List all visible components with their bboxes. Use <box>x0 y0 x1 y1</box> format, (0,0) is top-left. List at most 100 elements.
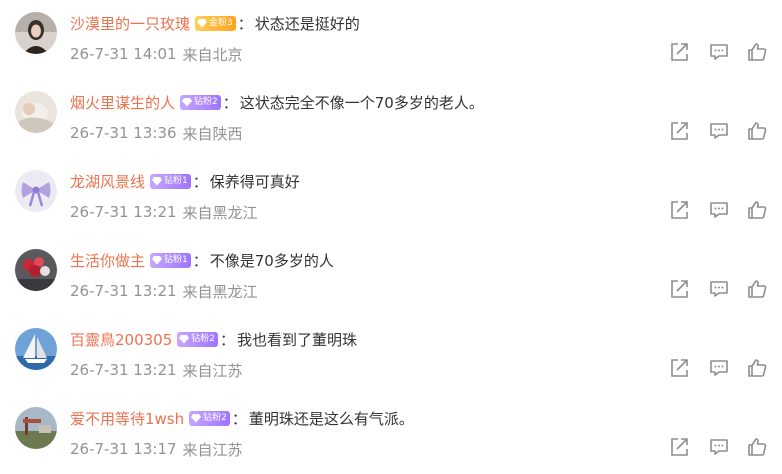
like-button[interactable] <box>746 120 768 142</box>
comment-item: 爱不用等待1wsh 钻粉2 ： 董明珠还是这么有气派。 26-7-31 13:1… <box>0 395 782 474</box>
comment-icon <box>710 202 728 218</box>
comment-date: 26-7-31 13:36 <box>70 124 177 142</box>
badge-label: 钻粉2 <box>194 96 218 107</box>
reply-button[interactable] <box>708 436 730 458</box>
thumbs-up-icon <box>748 43 767 61</box>
comment-date: 26-7-31 13:21 <box>70 361 177 379</box>
comment-text: 不像是70多岁的人 <box>209 251 334 270</box>
comment-line: 爱不用等待1wsh 钻粉2 ： 董明珠还是这么有气派。 <box>70 407 414 429</box>
comment-icon <box>710 44 728 60</box>
share-icon <box>671 359 688 377</box>
user-avatar[interactable] <box>15 407 57 449</box>
badge-label: 钻粉2 <box>203 412 227 423</box>
comment-date: 26-7-31 13:21 <box>70 203 177 221</box>
badge-gem-icon <box>197 19 208 28</box>
user-avatar[interactable] <box>15 170 57 212</box>
comment-actions <box>668 41 772 65</box>
badge-label: 金粉3 <box>209 17 233 28</box>
badge-label: 钻粉1 <box>164 175 188 186</box>
like-button[interactable] <box>746 436 768 458</box>
user-avatar[interactable] <box>15 328 57 370</box>
comment-actions <box>668 278 772 302</box>
comment-item: 生活你做主 钻粉1 ： 不像是70多岁的人 26-7-31 13:21 来自黑龙… <box>0 237 782 316</box>
like-button[interactable] <box>746 357 768 379</box>
thumbs-up-icon <box>748 280 767 298</box>
username-link[interactable]: 龙湖风景线 <box>70 171 145 192</box>
share-icon <box>671 122 688 140</box>
share-icon <box>671 438 688 456</box>
comment-meta: 26-7-31 13:21 来自黑龙江 <box>70 280 258 302</box>
comment-actions <box>668 436 772 460</box>
share-button[interactable] <box>668 41 690 63</box>
username-link[interactable]: 沙漠里的一只玫瑰 <box>70 13 190 34</box>
comment-list: 沙漠里的一只玫瑰 金粉3 ： 状态还是挺好的 26-7-31 14:01 来自北… <box>0 0 782 473</box>
badge-label: 钻粉1 <box>164 254 188 265</box>
share-icon <box>671 280 688 298</box>
badge-gem-icon <box>152 256 163 265</box>
user-avatar[interactable] <box>15 12 57 54</box>
comment-actions <box>668 120 772 144</box>
like-button[interactable] <box>746 278 768 300</box>
username-link[interactable]: 百靈鳥200305 <box>70 329 172 350</box>
comment-line: 百靈鳥200305 钻粉2 ： 我也看到了董明珠 <box>70 328 357 350</box>
share-icon <box>671 201 688 219</box>
comment-icon <box>710 123 728 139</box>
comment-location: 来自黑龙江 <box>182 282 258 301</box>
badge-gem-icon <box>152 177 163 186</box>
like-button[interactable] <box>746 199 768 221</box>
comment-meta: 26-7-31 13:36 来自陕西 <box>70 122 243 144</box>
fan-badge[interactable]: 钻粉2 <box>189 410 230 426</box>
comment-icon <box>710 281 728 297</box>
fan-badge[interactable]: 金粉3 <box>195 15 236 31</box>
separator-colon: ： <box>237 14 253 33</box>
reply-button[interactable] <box>708 120 730 142</box>
comment-text: 状态还是挺好的 <box>254 14 360 33</box>
badge-gem-icon <box>182 98 193 107</box>
username-link[interactable]: 生活你做主 <box>70 250 145 271</box>
reply-button[interactable] <box>708 41 730 63</box>
username-link[interactable]: 爱不用等待1wsh <box>70 408 184 429</box>
thumbs-up-icon <box>748 201 767 219</box>
comment-location: 来自江苏 <box>182 361 243 380</box>
comment-line: 生活你做主 钻粉1 ： 不像是70多岁的人 <box>70 249 334 271</box>
comment-location: 来自北京 <box>182 45 243 64</box>
fan-badge[interactable]: 钻粉1 <box>150 173 191 189</box>
comment-line: 沙漠里的一只玫瑰 金粉3 ： 状态还是挺好的 <box>70 12 360 34</box>
share-button[interactable] <box>668 436 690 458</box>
user-avatar[interactable] <box>15 249 57 291</box>
comment-line: 烟火里谋生的人 钻粉2 ： 这状态完全不像一个70多岁的老人。 <box>70 91 484 113</box>
thumbs-up-icon <box>748 359 767 377</box>
share-button[interactable] <box>668 120 690 142</box>
comment-text: 我也看到了董明珠 <box>237 330 358 349</box>
comment-line: 龙湖风景线 钻粉1 ： 保养得可真好 <box>70 170 300 192</box>
fan-badge[interactable]: 钻粉1 <box>150 252 191 268</box>
username-link[interactable]: 烟火里谋生的人 <box>70 92 175 113</box>
comment-item: 龙湖风景线 钻粉1 ： 保养得可真好 26-7-31 13:21 来自黑龙江 <box>0 158 782 237</box>
share-button[interactable] <box>668 278 690 300</box>
reply-button[interactable] <box>708 278 730 300</box>
user-avatar[interactable] <box>15 91 57 133</box>
comment-location: 来自陕西 <box>182 124 243 143</box>
like-button[interactable] <box>746 41 768 63</box>
comment-text: 董明珠还是这么有气派。 <box>248 409 414 428</box>
comment-item: 沙漠里的一只玫瑰 金粉3 ： 状态还是挺好的 26-7-31 14:01 来自北… <box>0 0 782 79</box>
comment-text: 这状态完全不像一个70多岁的老人。 <box>239 93 484 112</box>
comment-meta: 26-7-31 14:01 来自北京 <box>70 43 243 65</box>
comment-location: 来自黑龙江 <box>182 203 258 222</box>
comment-meta: 26-7-31 13:17 来自江苏 <box>70 438 243 460</box>
reply-button[interactable] <box>708 199 730 221</box>
comment-date: 26-7-31 14:01 <box>70 45 177 63</box>
separator-colon: ： <box>231 409 247 428</box>
reply-button[interactable] <box>708 357 730 379</box>
fan-badge[interactable]: 钻粉2 <box>177 331 218 347</box>
separator-colon: ： <box>192 172 208 191</box>
comment-item: 百靈鳥200305 钻粉2 ： 我也看到了董明珠 26-7-31 13:21 来… <box>0 316 782 395</box>
fan-badge[interactable]: 钻粉2 <box>180 94 221 110</box>
badge-gem-icon <box>179 335 190 344</box>
share-button[interactable] <box>668 357 690 379</box>
comment-icon <box>710 360 728 376</box>
separator-colon: ： <box>222 93 238 112</box>
share-button[interactable] <box>668 199 690 221</box>
comment-meta: 26-7-31 13:21 来自黑龙江 <box>70 201 258 223</box>
comment-actions <box>668 357 772 381</box>
